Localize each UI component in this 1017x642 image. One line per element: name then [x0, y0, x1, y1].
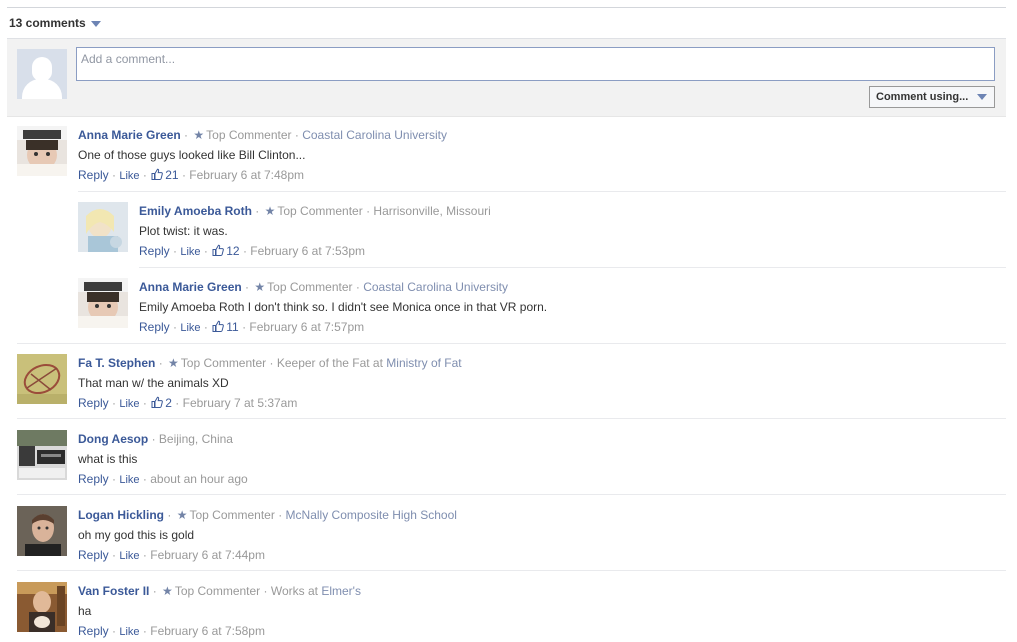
- star-icon: ★: [254, 280, 266, 294]
- like-count[interactable]: 2: [165, 396, 172, 410]
- comment-using-label: Comment using...: [876, 91, 969, 103]
- commenter-name[interactable]: Fa T. Stephen: [78, 356, 155, 370]
- commenter-affiliation-link[interactable]: Coastal Carolina University: [302, 128, 447, 142]
- comment-input[interactable]: Add a comment...: [76, 47, 995, 81]
- commenter-employer-link[interactable]: Ministry of Fat: [386, 356, 461, 370]
- avatar[interactable]: [17, 582, 67, 632]
- star-icon: ★: [193, 128, 205, 142]
- comment-timestamp[interactable]: February 6 at 7:44pm: [150, 548, 265, 562]
- avatar[interactable]: [17, 126, 67, 176]
- top-commenter-badge: Top Commenter: [206, 128, 292, 142]
- default-avatar-icon: [17, 49, 67, 99]
- thumbs-up-icon: [212, 244, 225, 256]
- top-commenter-badge: Top Commenter: [174, 584, 261, 598]
- comment-text: what is this: [78, 452, 138, 466]
- divider: [17, 570, 1006, 571]
- comment-text: ha: [78, 604, 92, 618]
- star-icon: ★: [168, 356, 179, 370]
- comment-timestamp[interactable]: February 7 at 5:37am: [183, 396, 298, 410]
- comment-timestamp[interactable]: about an hour ago: [150, 472, 247, 486]
- like-link[interactable]: Like: [119, 626, 139, 638]
- reply-link[interactable]: Reply: [78, 168, 109, 182]
- like-link[interactable]: Like: [119, 398, 139, 410]
- commenter-job: Keeper of the Fat at: [276, 356, 383, 370]
- thumbs-up-icon: [151, 396, 164, 408]
- like-count[interactable]: 12: [226, 244, 239, 258]
- reply-link[interactable]: Reply: [139, 320, 170, 334]
- comment-text: Plot twist: it was.: [139, 224, 228, 238]
- star-icon: ★: [264, 204, 276, 218]
- comment-count-dropdown[interactable]: 13 comments: [9, 16, 101, 30]
- divider: [78, 191, 1006, 192]
- reply-link[interactable]: Reply: [139, 244, 170, 258]
- reply-link[interactable]: Reply: [78, 624, 109, 638]
- reply-link[interactable]: Reply: [78, 472, 109, 486]
- like-link[interactable]: Like: [180, 246, 200, 258]
- reply-link[interactable]: Reply: [78, 396, 109, 410]
- like-link[interactable]: Like: [119, 550, 139, 562]
- comment-text: Emily Amoeba Roth I don't think so. I di…: [139, 300, 548, 314]
- commenter-name[interactable]: Logan Hickling: [78, 508, 164, 522]
- avatar[interactable]: [17, 354, 67, 404]
- comment-count-label: 13 comments: [9, 16, 86, 30]
- comment-using-button[interactable]: Comment using...: [869, 86, 995, 108]
- reply-link[interactable]: Reply: [78, 548, 109, 562]
- commenter-employer-link[interactable]: Elmer's: [321, 584, 361, 598]
- like-link[interactable]: Like: [119, 170, 139, 182]
- commenter-job: Works at: [270, 584, 318, 598]
- commenter-name[interactable]: Emily Amoeba Roth: [139, 204, 252, 218]
- top-commenter-badge: Top Commenter: [180, 356, 267, 370]
- comment-text: oh my god this is gold: [78, 528, 195, 542]
- commenter-name[interactable]: Anna Marie Green: [78, 128, 181, 142]
- commenter-location: Beijing, China: [158, 432, 233, 446]
- comment-timestamp[interactable]: February 6 at 7:53pm: [250, 244, 365, 258]
- chevron-down-icon: [977, 94, 988, 100]
- commenter-name[interactable]: Van Foster II: [78, 584, 149, 598]
- commenter-location: Harrisonville, Missouri: [373, 204, 491, 218]
- divider: [17, 494, 1006, 495]
- comment-timestamp[interactable]: February 6 at 7:57pm: [249, 320, 364, 334]
- star-icon: ★: [176, 508, 188, 522]
- like-count[interactable]: 21: [165, 168, 178, 182]
- avatar[interactable]: [17, 506, 67, 556]
- commenter-affiliation-link[interactable]: McNally Composite High School: [286, 508, 457, 522]
- comment-timestamp[interactable]: February 6 at 7:58pm: [150, 624, 265, 638]
- top-commenter-badge: Top Commenter: [189, 508, 275, 522]
- comment-text: That man w/ the animals XD: [78, 376, 229, 390]
- avatar[interactable]: [78, 278, 128, 328]
- star-icon: ★: [162, 584, 173, 598]
- top-commenter-badge: Top Commenter: [277, 204, 363, 218]
- avatar[interactable]: [17, 430, 67, 480]
- commenter-affiliation-link[interactable]: Coastal Carolina University: [363, 280, 508, 294]
- thumbs-up-icon: [212, 320, 225, 332]
- commenter-name[interactable]: Dong Aesop: [78, 432, 148, 446]
- divider: [17, 418, 1006, 419]
- divider: [139, 267, 1006, 268]
- chevron-down-icon: [90, 21, 101, 27]
- avatar[interactable]: [78, 202, 128, 252]
- comment-composer: Add a comment... Comment using...: [7, 38, 1006, 117]
- like-link[interactable]: Like: [119, 474, 139, 486]
- top-commenter-badge: Top Commenter: [267, 280, 353, 294]
- divider: [17, 343, 1006, 344]
- top-divider: [7, 7, 1006, 8]
- commenter-name[interactable]: Anna Marie Green: [139, 280, 242, 294]
- like-count[interactable]: 11: [226, 320, 238, 334]
- comment-text: One of those guys looked like Bill Clint…: [78, 148, 306, 162]
- like-link[interactable]: Like: [180, 322, 200, 334]
- comment-timestamp[interactable]: February 6 at 7:48pm: [189, 168, 304, 182]
- thumbs-up-icon: [151, 168, 164, 180]
